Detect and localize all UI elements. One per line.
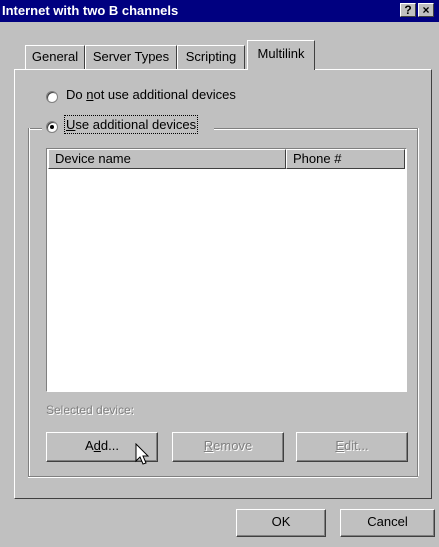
edit-button[interactable]: Edit... <box>296 432 408 462</box>
column-header-phone[interactable]: Phone # <box>286 149 405 169</box>
device-list[interactable]: Device name Phone # <box>46 148 407 392</box>
groupbox-left <box>28 128 30 476</box>
column-header-device-name[interactable]: Device name <box>48 149 286 169</box>
window-title: Internet with two B channels <box>2 3 179 18</box>
radio-do-not-use-label[interactable]: Do not use additional devices <box>66 87 236 102</box>
cancel-button[interactable]: Cancel <box>340 509 435 537</box>
selected-device-label: Selected device: <box>46 403 135 417</box>
radio-selected-dot <box>50 125 54 129</box>
groupbox-top-right <box>214 128 418 130</box>
tab-multilink-label: Multilink <box>257 46 305 61</box>
title-bar[interactable]: Internet with two B channels ? × <box>0 0 439 22</box>
close-button[interactable]: × <box>418 3 434 17</box>
mouse-cursor-icon <box>135 443 150 465</box>
groupbox-top-left <box>28 128 42 130</box>
tab-scripting[interactable]: Scripting <box>177 45 245 69</box>
radio-use-additional[interactable] <box>46 121 58 133</box>
tab-scripting-label: Scripting <box>185 49 237 64</box>
ok-button[interactable]: OK <box>236 509 326 537</box>
remove-button[interactable]: Remove <box>172 432 284 462</box>
tab-server-types[interactable]: Server Types <box>85 45 177 69</box>
groupbox-bottom <box>28 476 418 478</box>
groupbox-right <box>417 128 419 476</box>
radio-do-not-use[interactable] <box>46 91 58 103</box>
radio-use-additional-label[interactable]: Use additional devices <box>63 115 199 134</box>
tab-general-label: General <box>31 49 79 64</box>
help-button[interactable]: ? <box>400 3 416 17</box>
tab-server-types-label: Server Types <box>92 49 170 64</box>
tab-multilink[interactable]: Multilink <box>247 40 315 70</box>
active-tab-joiner <box>248 68 314 71</box>
tab-general[interactable]: General <box>25 45 85 69</box>
